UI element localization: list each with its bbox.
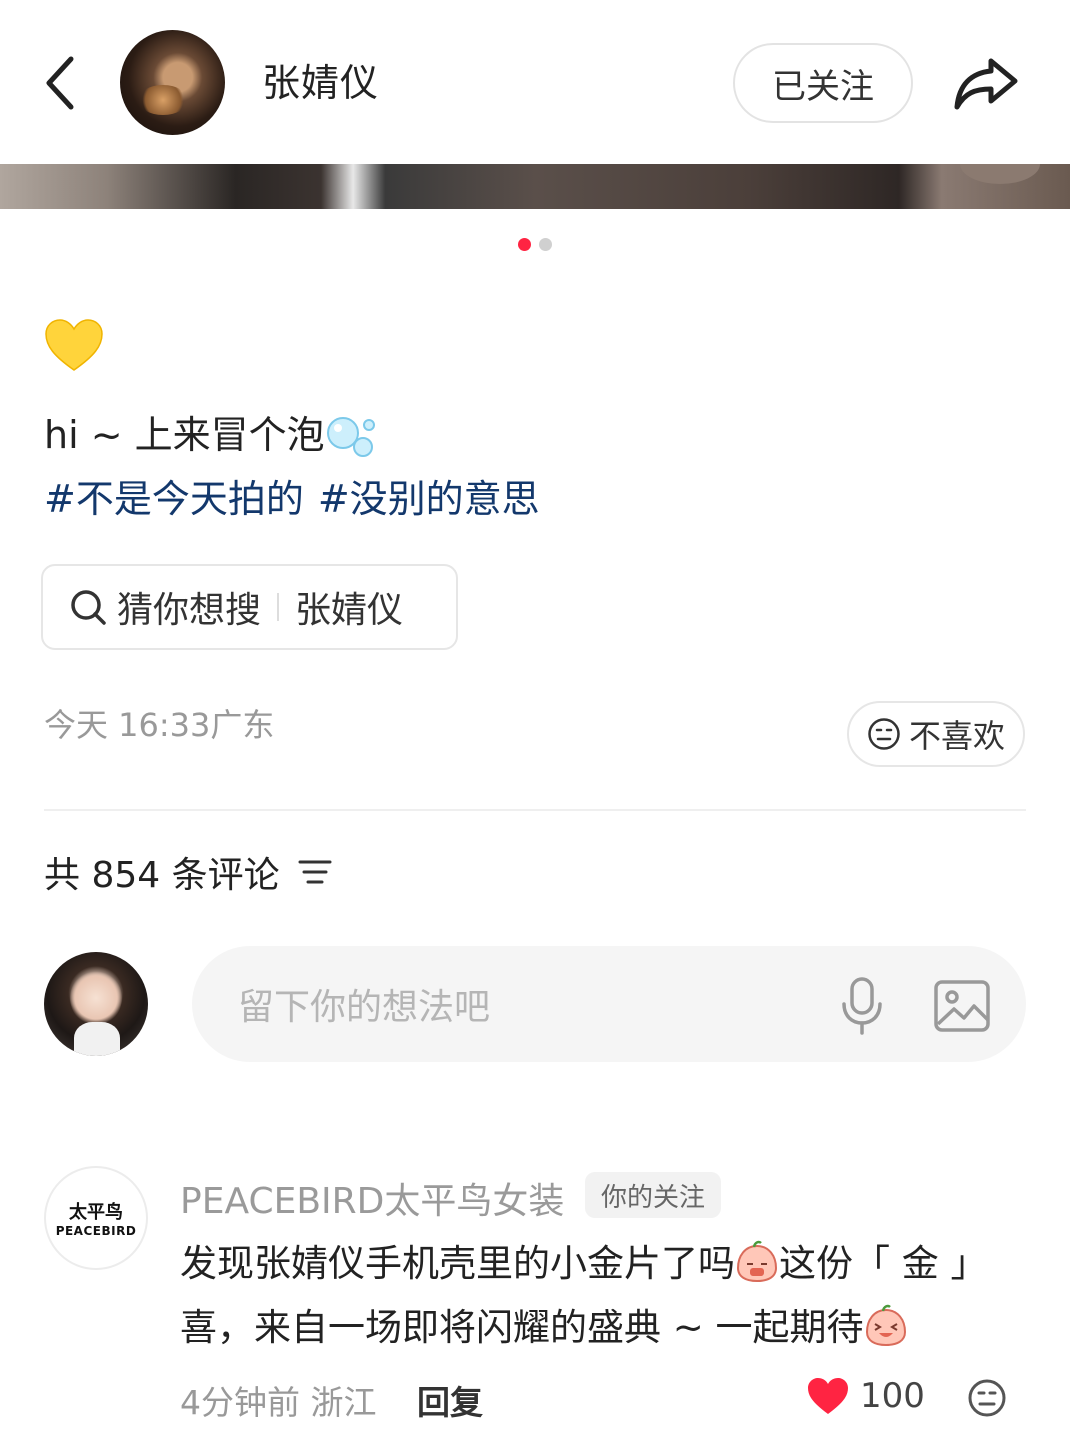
reply-button[interactable]: 回复: [417, 1376, 483, 1424]
comment-input-placeholder: 留下你的想法吧: [238, 987, 491, 1028]
comment-text-part: 发现张婧仪手机壳里的小金片了吗: [180, 1242, 735, 1285]
search-icon: [71, 590, 106, 625]
comment-input[interactable]: 留下你的想法吧: [192, 946, 1026, 1062]
commenter-avatar[interactable]: 太平鸟 PEACEBIRD: [44, 1166, 148, 1270]
neutral-face-icon: [868, 718, 900, 750]
post-meta: 今天 16:33广东: [44, 700, 274, 746]
follow-button[interactable]: 已关注: [733, 43, 913, 123]
commenter-name[interactable]: PEACEBIRD太平鸟女装: [180, 1172, 564, 1224]
hashtag[interactable]: #没别的意思: [318, 477, 540, 521]
shy-face-emoji-icon: [736, 1240, 778, 1283]
carousel-dot-active: [518, 238, 531, 251]
comment-text: 发现张婧仪手机壳里的小金片了吗 这份「 金 」 喜，来自一场即将闪耀的盛典 ~ 一…: [180, 1232, 1040, 1360]
comment-meta: 4分钟前 浙江: [180, 1376, 377, 1424]
image-icon[interactable]: [932, 976, 992, 1036]
post-location: 广东: [210, 706, 275, 744]
comment-location: 浙江: [310, 1383, 377, 1422]
carousel-indicator: [0, 238, 1070, 251]
comment-count-header: 共 854 条评论: [44, 846, 332, 898]
suggest-label: 猜你想搜: [117, 590, 262, 631]
post-time: 今天 16:33: [44, 706, 211, 744]
laughing-face-emoji-icon: [865, 1304, 906, 1347]
share-button[interactable]: [950, 48, 1022, 118]
carousel-dot: [539, 238, 552, 251]
sort-filter-icon[interactable]: [298, 858, 332, 886]
caption-text: hi ~ 上来冒个泡: [44, 413, 325, 457]
bubbles-icon: [325, 413, 377, 463]
avatar-logo-en: PEACEBIRD: [55, 1224, 137, 1238]
post-caption: hi ~ 上来冒个泡: [44, 404, 377, 463]
comment-count: 共 854 条评论: [44, 855, 280, 896]
share-arrow-icon: [954, 58, 1018, 110]
heart-icon: [808, 1378, 848, 1414]
comment-text-part: 这份「 金 」: [779, 1242, 988, 1285]
back-button[interactable]: [30, 48, 90, 118]
yellow-heart-icon: [45, 319, 103, 371]
comment-text-part: 喜，来自一场即将闪耀的盛典 ~ 一起期待: [180, 1306, 864, 1349]
dislike-button[interactable]: 不喜欢: [847, 701, 1025, 767]
avatar-logo-cn: 太平鸟: [69, 1202, 123, 1223]
chevron-left-icon: [46, 56, 74, 110]
divider: [277, 593, 280, 621]
like-button[interactable]: 100: [806, 1376, 925, 1416]
post-header: 张婧仪 已关注: [0, 0, 1070, 164]
hashtag[interactable]: #不是今天拍的: [44, 477, 304, 521]
post-tags: #不是今天拍的 #没别的意思: [44, 468, 540, 523]
comment-time: 4分钟前: [180, 1383, 300, 1422]
post-image[interactable]: [0, 164, 1070, 209]
like-count: 100: [860, 1376, 925, 1416]
section-divider: [44, 809, 1026, 811]
author-avatar[interactable]: [120, 30, 225, 135]
microphone-icon[interactable]: [837, 976, 887, 1036]
following-badge: 你的关注: [585, 1172, 722, 1218]
neutral-face-icon[interactable]: [967, 1378, 1007, 1418]
my-avatar[interactable]: [44, 952, 148, 1056]
suggest-term: 张婧仪: [295, 590, 404, 631]
search-suggestion-chip[interactable]: 猜你想搜 张婧仪: [41, 564, 458, 650]
dislike-label: 不喜欢: [908, 717, 1005, 755]
author-name[interactable]: 张婧仪: [262, 52, 379, 107]
